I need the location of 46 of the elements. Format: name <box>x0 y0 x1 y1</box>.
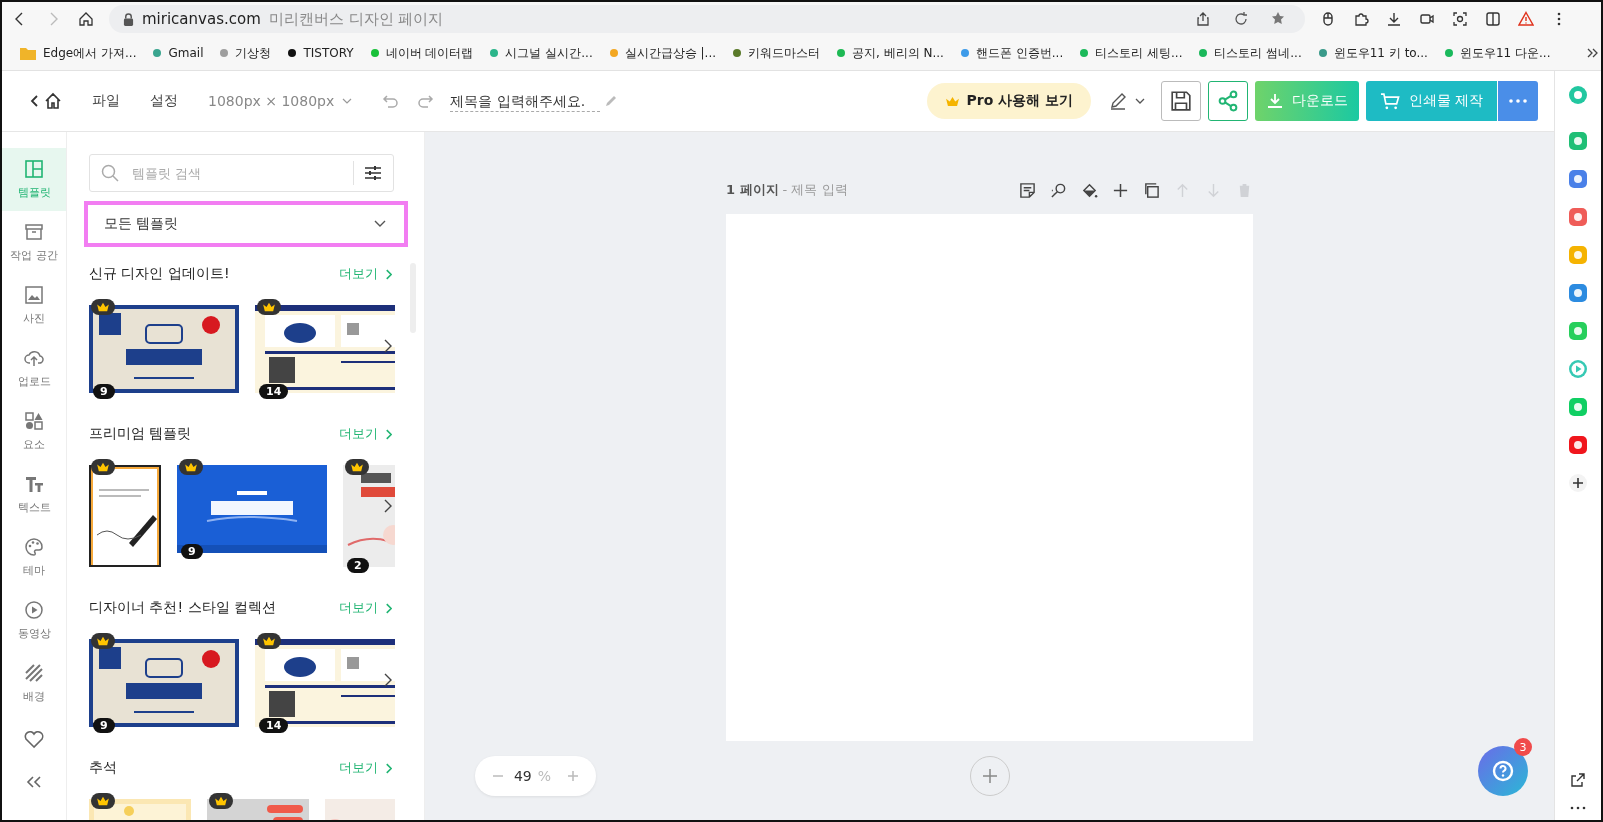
address-bar[interactable]: miricanvas.com 미리캔버스 디자인 페이지 <box>109 5 1305 33</box>
notification-badge: 3 <box>1514 738 1532 756</box>
sidebar-tab[interactable]: 배경 <box>2 652 66 715</box>
bookmark[interactable]: 핸드폰 인증번... <box>960 44 1064 62</box>
page-label: 1 페이지 <box>726 181 779 199</box>
sidebar-tab[interactable]: 업로드 <box>2 337 66 400</box>
sidebar-tab[interactable]: 사진 <box>2 274 66 337</box>
bookmark[interactable]: 윈도우11 다운... <box>1444 44 1551 62</box>
settings-menu[interactable]: 설정 <box>150 92 178 110</box>
page-count-badge: 14 <box>259 718 289 733</box>
bookmark[interactable]: 실시간급상승 |... <box>609 44 717 62</box>
category-dropdown[interactable]: 모든 템플릿 <box>84 201 408 247</box>
sidebar-tab[interactable]: 텍스트 <box>2 463 66 526</box>
bookmark[interactable]: 키워드마스터 <box>733 44 821 62</box>
bookmark[interactable]: 시그널 실시간... <box>490 44 593 62</box>
sidebar-tab[interactable]: 동영상 <box>2 589 66 652</box>
bookmark[interactable]: 윈도우11 키 to... <box>1318 44 1428 62</box>
zoom-unit: % <box>537 768 552 784</box>
bookmark[interactable]: 기상청 <box>220 44 272 62</box>
page-count-badge: 14 <box>259 384 289 399</box>
section-title: 추석 <box>89 759 118 777</box>
page-title: 미리캔버스 디자인 페이지 <box>268 9 444 29</box>
sidebar-tab[interactable]: 요소 <box>2 400 66 463</box>
page-count-badge: 9 <box>93 718 115 733</box>
page-count-badge: 9 <box>181 544 203 559</box>
bookmark[interactable]: 네이버 데이터랩 <box>370 44 474 62</box>
section-title: 프리미엄 템플릿 <box>89 425 193 443</box>
bookmark[interactable]: 공지, 베리의 N... <box>837 44 944 62</box>
sidebar-tab[interactable]: 테마 <box>2 526 66 589</box>
title-field[interactable]: 제목을 입력해주세요. <box>450 90 601 112</box>
search-field[interactable]: 템플릿 검색 <box>89 154 394 192</box>
page-count-badge: 9 <box>93 384 115 399</box>
section-title: 디자이너 추천! 스타일 컬렉션 <box>89 599 277 617</box>
section-title: 신규 디자인 업데이트! <box>89 265 231 283</box>
bookmark[interactable]: 티스토리 썸네... <box>1199 44 1302 62</box>
bookmark[interactable]: TISTORY <box>288 46 354 60</box>
pro-trial-button[interactable]: Pro 사용해 보기 <box>927 83 1091 119</box>
bookmark[interactable]: Gmail <box>153 46 204 60</box>
zoom-value[interactable]: 49 <box>513 768 532 784</box>
bookmark[interactable]: 티스토리 세팅... <box>1080 44 1183 62</box>
file-menu[interactable]: 파일 <box>92 92 120 110</box>
canvas-size-dropdown[interactable]: 1080px × 1080px <box>208 93 353 109</box>
bookmark[interactable]: Edge에서 가져... <box>20 44 137 62</box>
url-domain: miricanvas.com <box>142 10 261 28</box>
sidebar-tab[interactable]: 작업 공간 <box>2 211 66 274</box>
page-count-badge: 2 <box>347 558 369 573</box>
